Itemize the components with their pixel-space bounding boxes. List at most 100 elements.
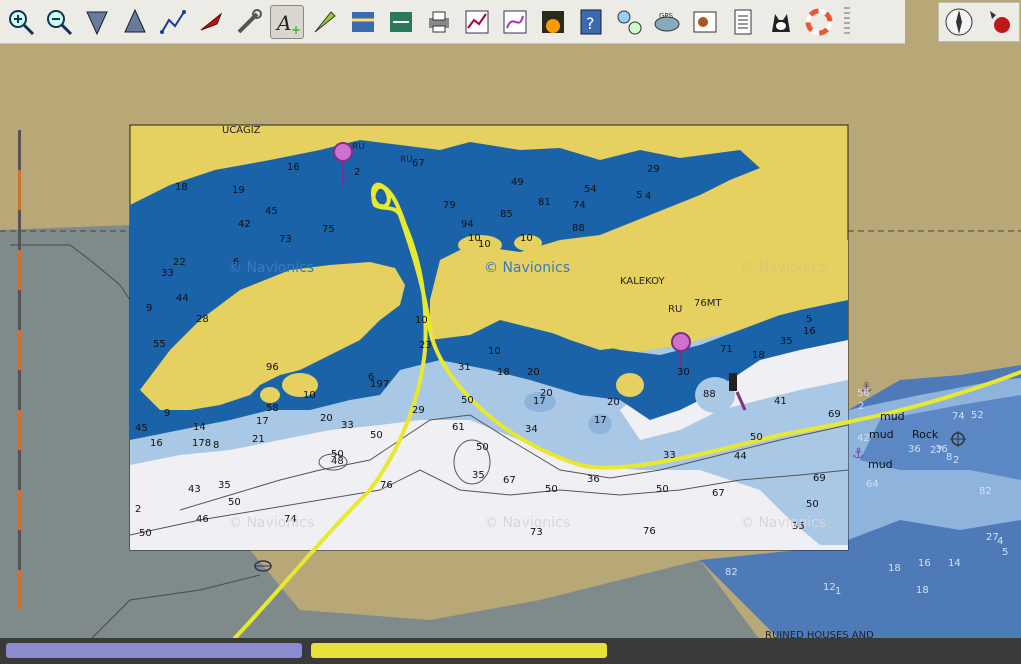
depth-sounding: 94 (461, 219, 474, 230)
depth-sounding: 50 (461, 395, 474, 406)
depth-sounding: 36 (587, 474, 600, 485)
depth-sounding: 5 (636, 190, 642, 201)
svg-text:GPS: GPS (659, 12, 674, 20)
sunset-button[interactable] (536, 5, 570, 39)
depth-sounding: 48 (331, 456, 344, 467)
depth-sounding: 74 (952, 411, 965, 422)
lifebuoy-button[interactable] (802, 5, 836, 39)
watermark: © Navionics (228, 260, 314, 276)
depth-sounding: 43 (188, 484, 201, 495)
print-button[interactable] (422, 5, 456, 39)
depth-sounding: 16 (150, 438, 163, 449)
depth-sounding: 46 (196, 514, 209, 525)
depth-sounding: 19 (232, 185, 245, 196)
current-icon (390, 11, 412, 32)
depth-sounding: 76 (380, 480, 393, 491)
depth-sounding: 2 (135, 504, 141, 515)
depth-sounding: 14 (193, 422, 206, 433)
route-button[interactable] (156, 5, 190, 39)
depth-sounding: 20 (320, 413, 333, 424)
depth-sounding: 50 (656, 484, 669, 495)
depth-sounding: 64 (866, 479, 879, 490)
depth-sounding: 16 (918, 558, 931, 569)
depth-sounding: 52 (971, 410, 984, 421)
measure-button[interactable] (308, 5, 342, 39)
depth-sounding: 17 (256, 416, 269, 427)
tools-icon (237, 8, 262, 33)
toolbar-grip[interactable] (844, 6, 850, 37)
tide-button[interactable] (346, 5, 380, 39)
track-button[interactable] (498, 5, 532, 39)
depth-sounding: 79 (443, 200, 456, 211)
depth-sounding: 58 (266, 403, 279, 414)
depth-sounding: 10 (478, 239, 491, 250)
settings-button[interactable] (612, 5, 646, 39)
current-button[interactable] (384, 5, 418, 39)
depth-sounding: 2 (354, 167, 360, 178)
text-annotation-button[interactable]: A + (270, 4, 304, 39)
seabed-label: mud (880, 410, 905, 423)
status-right-bar[interactable] (311, 643, 607, 658)
depth-sounding: 61 (452, 422, 465, 433)
depth-sounding: 50 (750, 432, 763, 443)
depth-sounding: 23 (419, 340, 432, 351)
depth-sounding: 36 (908, 444, 921, 455)
depth-sounding: 29 (647, 164, 660, 175)
svg-text:+: + (291, 23, 301, 36)
graph-button[interactable] (460, 5, 494, 39)
depth-sounding: 82 (979, 486, 992, 497)
depth-sounding: 10 (415, 315, 428, 326)
depth-sounding: 35 (780, 336, 793, 347)
depth-sounding: 41 (774, 396, 787, 407)
depth-sounding: 12 (823, 582, 836, 593)
status-left-bar[interactable] (6, 643, 302, 658)
depth-sounding: 27 (930, 445, 943, 456)
zoom-in-button[interactable] (4, 5, 38, 39)
document-icon (734, 9, 752, 34)
depth-sounding: 50 (806, 499, 819, 510)
depth-sounding: 1 (835, 586, 841, 597)
depth-sounding: 18 (888, 563, 901, 574)
record-track-icon[interactable] (984, 7, 1014, 37)
compass-icon[interactable] (944, 7, 974, 37)
document-button[interactable] (726, 5, 760, 39)
weather-button[interactable] (688, 5, 722, 39)
depth-sounding: 50 (370, 430, 383, 441)
gps-button[interactable]: GPS (650, 5, 684, 39)
depth-sounding: 50 (545, 484, 558, 495)
help-icon: ? (580, 9, 602, 34)
depth-sounding: 71 (720, 344, 733, 355)
depth-sounding: 10 (303, 390, 316, 401)
depth-sounding: 45 (265, 206, 278, 217)
depth-sounding: 30 (677, 367, 690, 378)
depth-sounding: 4 (645, 191, 651, 202)
husky-button[interactable] (764, 5, 798, 39)
depth-sounding: 33 (341, 420, 354, 431)
course-up-button[interactable] (118, 5, 152, 39)
north-up-button[interactable] (80, 5, 114, 39)
depth-sounding: 88 (703, 389, 716, 400)
graph-icon (465, 10, 489, 33)
boat-button[interactable] (194, 5, 228, 39)
depth-sounding: 2 (953, 455, 959, 466)
depth-sounding: 42 (238, 219, 251, 230)
depth-sounding: 178 (192, 438, 211, 449)
course-up-icon (124, 8, 146, 32)
depth-sounding: 67 (412, 158, 425, 169)
tools-button[interactable] (232, 5, 266, 39)
boat-icon (200, 11, 223, 30)
depth-sounding: 88 (572, 223, 585, 234)
depth-sounding: 16 (287, 162, 300, 173)
depth-sounding: 75 (322, 224, 335, 235)
depth-sounding: 34 (525, 424, 538, 435)
main-toolbar: A +? GPS (0, 0, 905, 44)
depth-sounding: 17 (594, 415, 607, 426)
chart-canvas[interactable]: ⚓ ⚓ 161945427375622443395528182677994858… (0, 0, 1021, 664)
depth-sounding: 76 (643, 526, 656, 537)
depth-sounding: 35 (218, 480, 231, 491)
depth-sounding: 9 (146, 303, 152, 314)
zoom-out-button[interactable] (42, 5, 76, 39)
help-button[interactable]: ? (574, 5, 608, 39)
watermark: © Navionics (740, 260, 826, 276)
compass-panel[interactable] (938, 2, 1020, 42)
